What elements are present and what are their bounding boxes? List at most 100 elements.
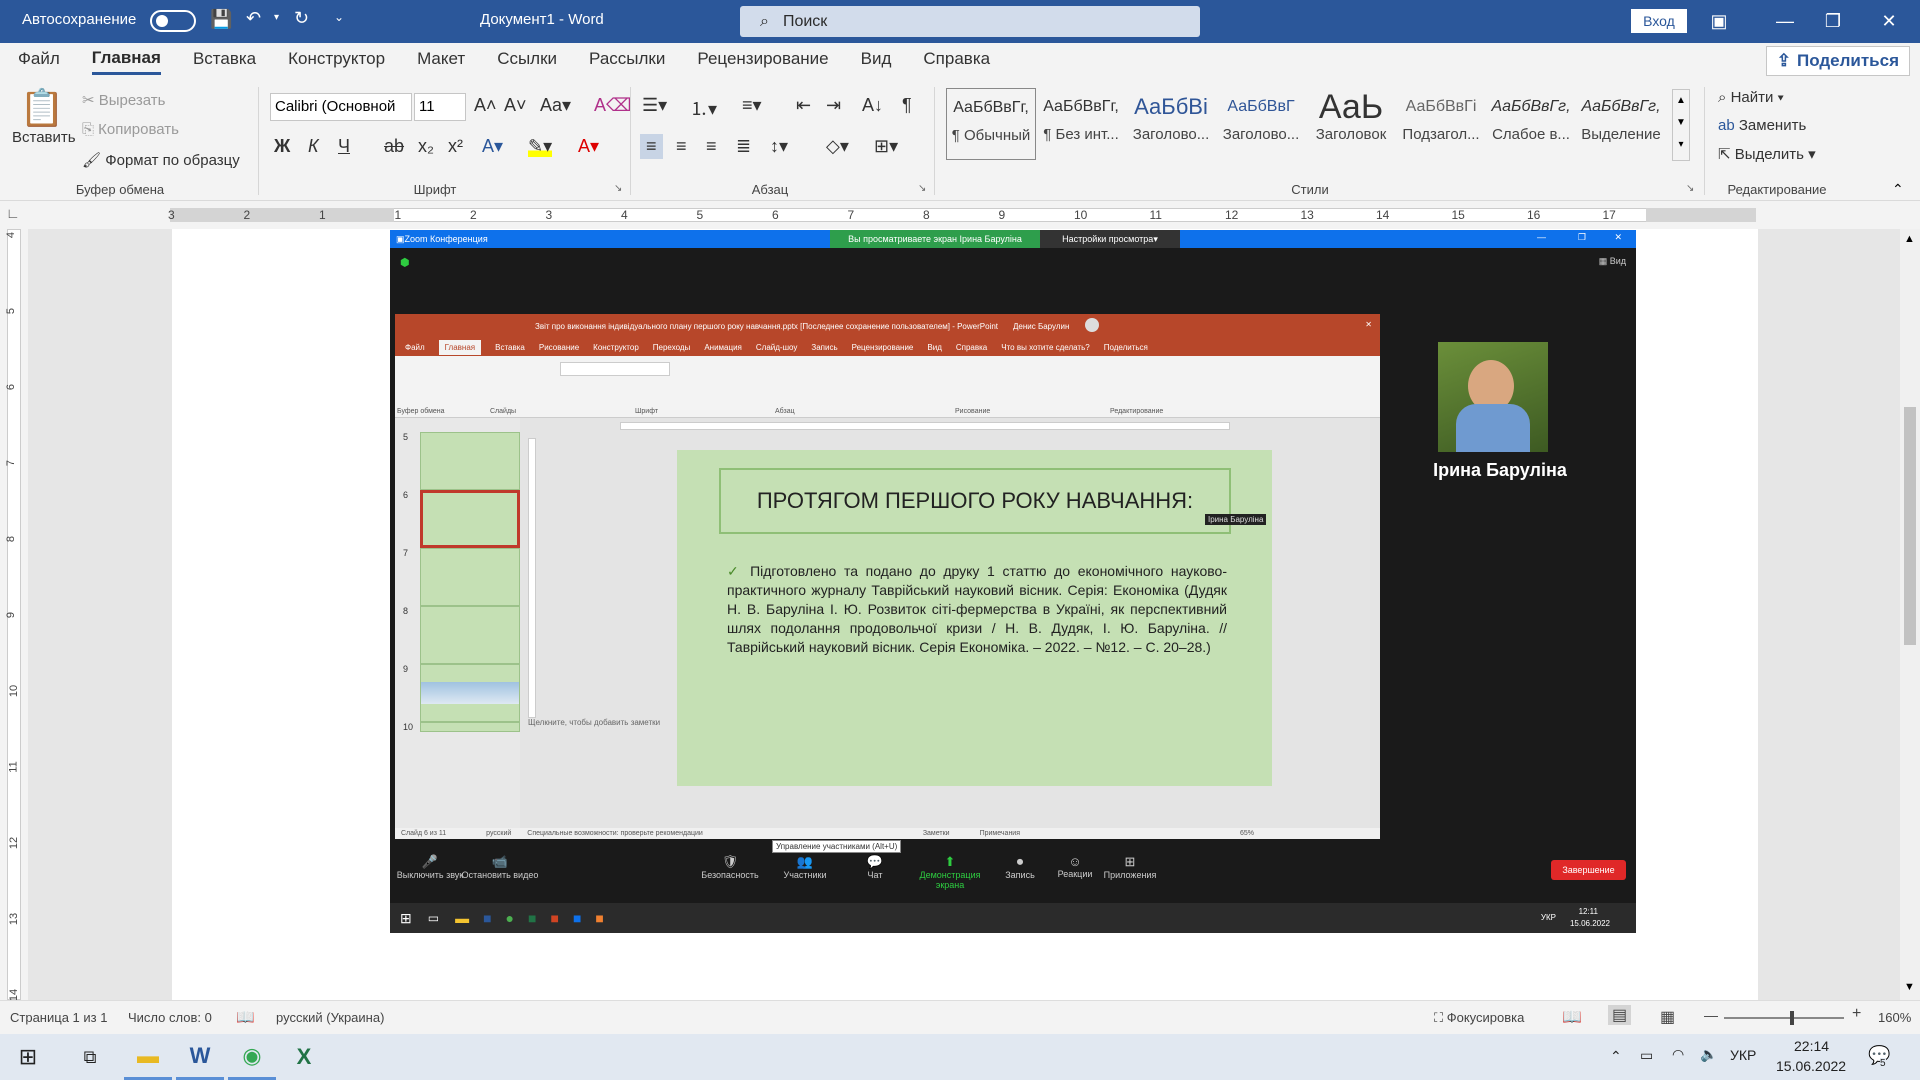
show-marks-icon[interactable]: ¶ — [902, 95, 912, 116]
taskbar-time[interactable]: 22:14 — [1794, 1038, 1829, 1054]
cut-button[interactable]: ✂ Вырезать — [82, 91, 165, 109]
tab-selector-icon[interactable]: ∟ — [6, 205, 20, 221]
horizontal-ruler[interactable]: ∟ 3 2 1 1 2 3 4 5 6 7 8 9 10 11 12 13 14 15 16 17 — [0, 201, 1920, 229]
borders-icon[interactable]: ⊞▾ — [874, 136, 898, 157]
italic-button[interactable]: К — [308, 136, 319, 157]
autosave-toggle[interactable] — [150, 10, 196, 32]
zoom-slider[interactable] — [1724, 1011, 1844, 1025]
select-button[interactable]: ⇱ Выделить ▾ — [1718, 145, 1816, 163]
vertical-scrollbar[interactable]: ▲ ▼ — [1900, 229, 1920, 1000]
clear-format-icon[interactable]: A⌫ — [594, 95, 631, 116]
customize-qat-icon[interactable]: ⌄ — [334, 10, 344, 24]
shading-icon[interactable]: ◇▾ — [826, 136, 849, 157]
font-name-box[interactable]: Calibri (Основной — [270, 93, 412, 121]
zoom-screenshot[interactable]: ▣ Zoom Конференция — ❐ ✕ Вы просматривае… — [390, 230, 1636, 933]
battery-icon[interactable]: ▭ — [1640, 1047, 1653, 1064]
zoom-slider-thumb[interactable] — [1790, 1011, 1794, 1025]
collapse-ribbon-icon[interactable]: ⌃ — [1892, 181, 1904, 198]
multilevel-list-icon[interactable]: ≡▾ — [742, 95, 762, 116]
web-layout-icon[interactable]: ▦ — [1660, 1007, 1675, 1027]
minimize-icon[interactable]: — — [1762, 0, 1808, 43]
highlight-icon[interactable]: ✎▾ — [528, 136, 553, 157]
ribbon-display-icon[interactable]: ▣ — [1696, 0, 1742, 43]
word-count[interactable]: Число слов: 0 — [128, 1010, 212, 1025]
tab-2[interactable]: Вставка — [193, 49, 256, 73]
undo-dropdown-icon[interactable]: ▾ — [274, 12, 279, 23]
tab-7[interactable]: Рецензирование — [697, 49, 828, 73]
superscript-button[interactable]: x² — [448, 136, 463, 157]
style-4[interactable]: АаЬ Заголовок — [1306, 88, 1396, 160]
style-5[interactable]: АаБбВвГі Подзагол... — [1396, 88, 1486, 160]
increase-indent-icon[interactable]: ⇥ — [826, 95, 841, 116]
maximize-icon[interactable]: ❐ — [1810, 0, 1856, 43]
wifi-icon[interactable]: ◠ — [1672, 1046, 1684, 1063]
styles-dialog-icon[interactable]: ↘ — [1686, 183, 1694, 194]
style-3[interactable]: АаБбВвГ Заголово... — [1216, 88, 1306, 160]
find-button[interactable]: ⌕ Найти ▾ — [1718, 89, 1784, 106]
zoom-in-icon[interactable]: + — [1852, 1005, 1861, 1023]
replace-button[interactable]: ab Заменить — [1718, 117, 1806, 134]
shrink-font-icon[interactable]: A˅ — [504, 95, 527, 116]
show-hidden-icon[interactable]: ⌃ — [1610, 1048, 1622, 1065]
vertical-ruler[interactable]: 4 5 6 7 8 9 10 11 12 13 14 — [0, 229, 28, 1001]
save-icon[interactable]: 💾 — [210, 9, 232, 30]
page-count[interactable]: Страница 1 из 1 — [10, 1010, 107, 1025]
justify-icon[interactable]: ≣ — [736, 136, 751, 157]
redo-icon[interactable]: ↻ — [294, 8, 309, 29]
styles-scroll[interactable]: ▲ ▼ ▾ — [1672, 89, 1690, 161]
line-spacing-icon[interactable]: ↕▾ — [770, 136, 788, 157]
style-0[interactable]: АаБбВвГг, ¶ Обычный — [946, 88, 1036, 160]
sort-icon[interactable]: A↓ — [862, 95, 883, 116]
align-left-icon[interactable]: ≡ — [640, 134, 663, 159]
focus-button[interactable]: ⛶ Фокусировка — [1434, 1010, 1524, 1026]
undo-icon[interactable]: ↶ — [246, 8, 261, 29]
tab-0[interactable]: Файл — [18, 49, 60, 73]
bold-button[interactable]: Ж — [274, 136, 290, 157]
tab-8[interactable]: Вид — [861, 49, 892, 73]
tab-3[interactable]: Конструктор — [288, 49, 385, 73]
signin-button[interactable]: Вход — [1631, 9, 1687, 33]
start-icon[interactable]: ⊞ — [4, 1034, 52, 1080]
tab-5[interactable]: Ссылки — [497, 49, 557, 73]
zoom-out-icon[interactable]: — — [1704, 1007, 1718, 1023]
style-6[interactable]: АаБбВвГг, Слабое в... — [1486, 88, 1576, 160]
excel-icon[interactable]: X — [280, 1034, 328, 1080]
underline-button[interactable]: Ч — [338, 136, 350, 157]
share-button[interactable]: ⇪ Поделиться — [1765, 46, 1910, 76]
text-effects-icon[interactable]: A▾ — [482, 136, 503, 157]
chrome-icon[interactable]: ◉ — [228, 1034, 276, 1080]
style-1[interactable]: АаБбВвГг, ¶ Без инт... — [1036, 88, 1126, 160]
strike-button[interactable]: ab — [384, 136, 404, 157]
zoom-level[interactable]: 160% — [1878, 1010, 1911, 1025]
numbering-icon[interactable]: ⒈▾ — [690, 95, 717, 121]
paragraph-dialog-icon[interactable]: ↘ — [918, 183, 926, 194]
format-painter-button[interactable]: 🖌 Формат по образцу — [82, 151, 240, 169]
search-box[interactable]: ⌕ Поиск — [740, 6, 1200, 37]
align-right-icon[interactable]: ≡ — [706, 136, 717, 157]
taskbar-date[interactable]: 15.06.2022 — [1776, 1058, 1846, 1074]
style-7[interactable]: АаБбВвГг, Выделение — [1576, 88, 1666, 160]
taskbar-lang[interactable]: УКР — [1730, 1047, 1756, 1063]
volume-icon[interactable]: 🔈 — [1700, 1046, 1717, 1063]
decrease-indent-icon[interactable]: ⇤ — [796, 95, 811, 116]
font-dialog-icon[interactable]: ↘ — [614, 183, 622, 194]
close-icon[interactable]: ✕ — [1866, 0, 1912, 43]
bullets-icon[interactable]: ☰▾ — [642, 95, 667, 116]
file-explorer-icon[interactable]: ▬ — [124, 1034, 172, 1080]
tab-4[interactable]: Макет — [417, 49, 465, 73]
proofing-icon[interactable]: 📖 — [236, 1008, 255, 1026]
font-size-box[interactable]: 11 — [414, 93, 466, 121]
tab-1[interactable]: Главная — [91, 48, 161, 75]
task-view-icon[interactable]: ⧉ — [66, 1034, 114, 1080]
paste-button[interactable]: 📋 Вставить — [12, 87, 76, 146]
align-center-icon[interactable]: ≡ — [676, 136, 687, 157]
language-status[interactable]: русский (Украина) — [276, 1010, 384, 1025]
tab-6[interactable]: Рассылки — [589, 49, 665, 73]
read-mode-icon[interactable]: 📖 — [1562, 1007, 1582, 1027]
word-icon[interactable]: W — [176, 1034, 224, 1080]
subscript-button[interactable]: x₂ — [418, 136, 434, 157]
scroll-up-icon[interactable]: ▲ — [1904, 233, 1915, 245]
print-layout-icon[interactable]: ▤ — [1608, 1005, 1632, 1025]
scroll-thumb[interactable] — [1904, 407, 1916, 645]
style-2[interactable]: АаБбВі Заголово... — [1126, 88, 1216, 160]
